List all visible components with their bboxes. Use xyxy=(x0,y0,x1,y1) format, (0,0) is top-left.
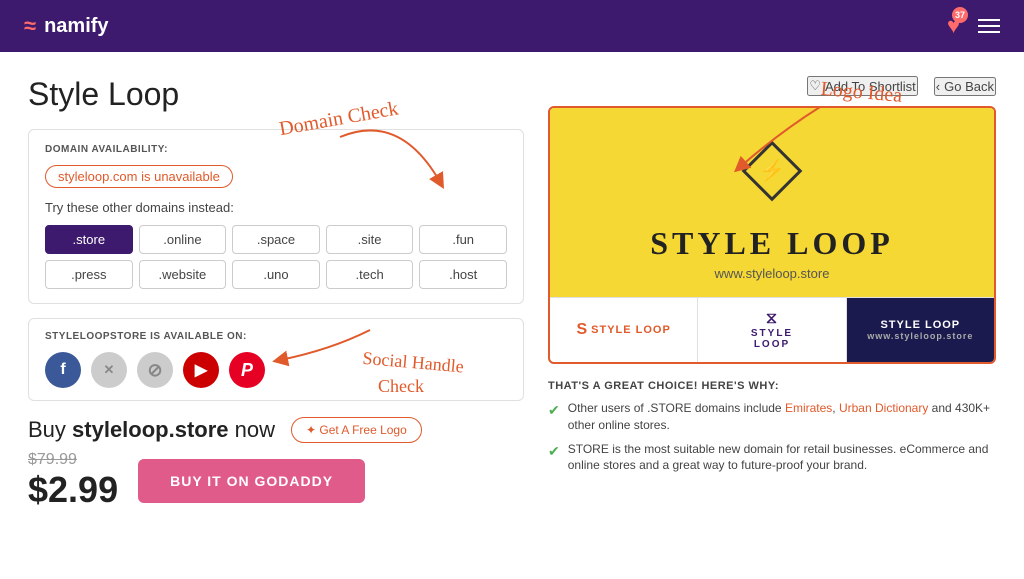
why-text-2: STORE is the most suitable new domain fo… xyxy=(568,441,996,475)
price-row: $79.99 $2.99 BUY IT ON GODADDY xyxy=(28,451,524,511)
main-content: Style Loop DOMAIN AVAILABILITY: styleloo… xyxy=(0,52,1024,579)
logo: ≈ namify xyxy=(24,13,109,39)
hamburger-line3 xyxy=(978,31,1000,33)
free-logo-button[interactable]: ✦ Get A Free Logo xyxy=(291,417,422,443)
logo-brand-name: STYLE LOOP xyxy=(650,225,894,262)
domain-option-site[interactable]: .site xyxy=(326,225,414,254)
emirates-link[interactable]: Emirates xyxy=(785,401,832,415)
logo-variant-1-text: S STYLE LOOP xyxy=(576,321,670,339)
domain-option-space[interactable]: .space xyxy=(232,225,320,254)
logo-variant-2[interactable]: ⧖ STYLELOOP xyxy=(698,298,846,362)
buy-text: Buy styleloop.store now xyxy=(28,417,275,443)
page-title: Style Loop xyxy=(28,76,524,113)
right-panel: ♡ Add To Shortlist ‹ Go Back ⚡ STYLE LOO… xyxy=(548,76,996,559)
why-title: THAT'S A GREAT CHOICE! HERE'S WHY: xyxy=(548,380,996,392)
logo-main-preview: ⚡ STYLE LOOP www.styleloop.store xyxy=(550,108,994,297)
try-other-text: Try these other domains instead: xyxy=(45,200,507,215)
hamburger-line2 xyxy=(978,25,1000,27)
logo-variant-2-text: ⧖ STYLELOOP xyxy=(751,310,793,350)
logo-url: www.styleloop.store xyxy=(715,266,830,281)
domain-option-host[interactable]: .host xyxy=(419,260,507,289)
why-section: THAT'S A GREAT CHOICE! HERE'S WHY: ✔ Oth… xyxy=(548,376,996,485)
pinterest-icon[interactable]: P xyxy=(229,352,265,388)
price-column: $79.99 $2.99 xyxy=(28,451,118,511)
buy-godaddy-button[interactable]: BUY IT ON GODADDY xyxy=(138,459,365,503)
check-icon-2: ✔ xyxy=(548,442,560,462)
add-to-shortlist-button[interactable]: ♡ Add To Shortlist xyxy=(807,76,917,96)
logo-diamond-svg: ⚡ xyxy=(737,136,807,206)
domain-availability-label: DOMAIN AVAILABILITY: xyxy=(45,144,507,155)
unavailable-badge: styleloop.com is unavailable xyxy=(45,165,233,188)
go-back-button[interactable]: ‹ Go Back xyxy=(934,77,996,96)
why-item-1: ✔ Other users of .STORE domains include … xyxy=(548,400,996,434)
old-price: $79.99 xyxy=(28,451,118,469)
heart-button[interactable]: ♥ 37 xyxy=(947,13,960,39)
social-icons-row: f ✕ ⊘ ▶ P xyxy=(45,352,507,388)
domain-option-tech[interactable]: .tech xyxy=(326,260,414,289)
domain-option-online[interactable]: .online xyxy=(139,225,227,254)
logo-variant-1[interactable]: S STYLE LOOP xyxy=(550,298,698,362)
logo-preview-box: ⚡ STYLE LOOP www.styleloop.store S STYLE… xyxy=(548,106,996,364)
twitter-icon[interactable]: ✕ xyxy=(91,352,127,388)
domain-options-grid: .store .online .space .site .fun .press … xyxy=(45,225,507,289)
buy-section: Buy styleloop.store now ✦ Get A Free Log… xyxy=(28,417,524,443)
heart-icon-small: ♡ xyxy=(809,78,821,94)
logo-diamond-container: ⚡ xyxy=(737,136,807,211)
header-right: ♥ 37 xyxy=(947,13,1000,39)
domain-option-fun[interactable]: .fun xyxy=(419,225,507,254)
hamburger-line1 xyxy=(978,19,1000,21)
right-header: ♡ Add To Shortlist ‹ Go Back xyxy=(548,76,996,96)
svg-text:⚡: ⚡ xyxy=(760,158,785,182)
social-box-label: STYLELOOPSTORE IS AVAILABLE ON: xyxy=(45,331,507,342)
why-item-2: ✔ STORE is the most suitable new domain … xyxy=(548,441,996,475)
buy-domain-name: styleloop.store xyxy=(72,417,228,442)
logo-variant-3[interactable]: STYLE LOOP www.styleloop.store xyxy=(847,298,994,362)
logo-variant-3-text: STYLE LOOP www.styleloop.store xyxy=(867,319,973,341)
domain-option-store[interactable]: .store xyxy=(45,225,133,254)
header: ≈ namify ♥ 37 xyxy=(0,0,1024,52)
facebook-icon[interactable]: f xyxy=(45,352,81,388)
youtube-icon[interactable]: ▶ xyxy=(183,352,219,388)
why-text-1: Other users of .STORE domains include Em… xyxy=(568,400,996,434)
logo-text: namify xyxy=(44,15,108,38)
domain-option-uno[interactable]: .uno xyxy=(232,260,320,289)
social-availability-box: STYLELOOPSTORE IS AVAILABLE ON: f ✕ ⊘ ▶ … xyxy=(28,318,524,401)
logo-icon: ≈ xyxy=(24,13,36,39)
logo-variants-row: S STYLE LOOP ⧖ STYLELOOP STYLE LOOP www.… xyxy=(550,297,994,362)
instagram-icon[interactable]: ⊘ xyxy=(137,352,173,388)
urban-dictionary-link[interactable]: Urban Dictionary xyxy=(839,401,928,415)
left-panel: Style Loop DOMAIN AVAILABILITY: styleloo… xyxy=(28,76,548,559)
new-price: $2.99 xyxy=(28,469,118,511)
domain-option-website[interactable]: .website xyxy=(139,260,227,289)
chevron-left-icon: ‹ xyxy=(936,79,940,94)
heart-badge: 37 xyxy=(952,7,968,23)
domain-availability-box: DOMAIN AVAILABILITY: styleloop.com is un… xyxy=(28,129,524,304)
domain-option-press[interactable]: .press xyxy=(45,260,133,289)
check-icon-1: ✔ xyxy=(548,401,560,421)
hamburger-menu[interactable] xyxy=(978,19,1000,33)
